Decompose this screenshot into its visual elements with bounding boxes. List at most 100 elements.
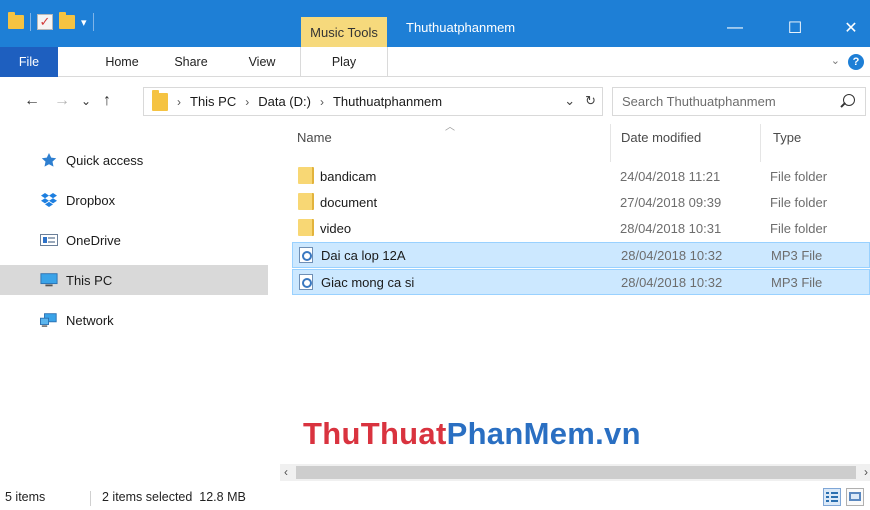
mp3-file-icon xyxy=(299,247,313,263)
file-date: 28/04/2018 10:32 xyxy=(621,274,723,290)
customize-toolbar-chevron-icon[interactable]: ▾ xyxy=(81,16,87,29)
navigation-pane: Quick access Dropbox OneDrive This PC Ne… xyxy=(0,127,280,465)
file-name: Dai ca lop 12A xyxy=(321,247,406,263)
folder-icon xyxy=(298,193,314,210)
quick-access-toolbar: ✓ ▾ xyxy=(8,10,94,34)
nav-item-network[interactable]: Network xyxy=(0,305,268,335)
toolbar-separator xyxy=(30,13,31,31)
tab-home[interactable]: Home xyxy=(96,47,148,77)
nav-item-label: Dropbox xyxy=(66,192,116,208)
address-bar[interactable]: › This PC › Data (D:) › Thuthuatphanmem … xyxy=(143,87,603,116)
breadcrumb-data-d[interactable]: Data (D:) xyxy=(258,94,311,109)
search-icon[interactable] xyxy=(843,94,855,106)
refresh-icon[interactable]: ↻ xyxy=(585,93,596,109)
search-input[interactable] xyxy=(622,94,832,109)
watermark-logo: ThuThuatPhanMem.vn xyxy=(303,416,641,452)
sort-ascending-icon: ︿ xyxy=(445,122,455,133)
nav-item-label: Quick access xyxy=(66,152,144,168)
file-date: 28/04/2018 10:31 xyxy=(620,220,722,236)
file-row-bandicam[interactable]: bandicam 24/04/2018 11:21 File folder xyxy=(292,163,870,189)
file-type: File folder xyxy=(770,220,828,236)
selection-info: 2 items selected 12.8 MB xyxy=(102,490,246,504)
search-box[interactable] xyxy=(612,87,866,116)
tab-share[interactable]: Share xyxy=(165,47,217,77)
column-divider[interactable] xyxy=(610,124,611,162)
status-divider xyxy=(90,491,91,506)
file-name: video xyxy=(320,220,352,236)
status-bar: 5 items 2 items selected 12.8 MB xyxy=(0,486,870,510)
breadcrumb-separator-icon[interactable]: › xyxy=(320,95,324,109)
maximize-button[interactable]: ☐ xyxy=(772,14,818,42)
watermark-part: PhanMem xyxy=(446,416,596,451)
folder-icon xyxy=(298,167,314,184)
tab-file[interactable]: File xyxy=(0,47,58,77)
details-view-icon[interactable] xyxy=(823,488,841,506)
file-row-giac-mong-ca-si[interactable]: Giac mong ca si 28/04/2018 10:32 MP3 Fil… xyxy=(292,269,870,295)
file-list: ︿ Name Date modified Type bandicam 24/04… xyxy=(288,118,870,463)
file-date: 27/04/2018 09:39 xyxy=(620,194,722,210)
file-date: 24/04/2018 11:21 xyxy=(620,168,721,184)
folder-icon[interactable] xyxy=(8,12,24,29)
column-header-name[interactable]: Name xyxy=(297,130,332,145)
dropbox-icon xyxy=(40,192,58,208)
tab-view[interactable]: View xyxy=(236,47,288,77)
computer-icon xyxy=(40,272,58,288)
file-type: File folder xyxy=(770,194,828,210)
network-icon xyxy=(40,312,58,328)
file-type: File folder xyxy=(770,168,828,184)
scrollbar-thumb[interactable] xyxy=(296,466,856,479)
breadcrumb-this-pc[interactable]: This PC xyxy=(190,94,236,109)
star-icon xyxy=(40,152,58,168)
address-row: ← → ⌄ ↑ › This PC › Data (D:) › Thuthuat… xyxy=(0,84,870,118)
close-button[interactable]: ✕ xyxy=(828,14,870,42)
nav-item-this-pc[interactable]: This PC xyxy=(0,265,268,295)
new-folder-icon[interactable] xyxy=(59,12,75,29)
column-header-type[interactable]: Type xyxy=(773,130,801,145)
file-type: MP3 File xyxy=(771,247,823,263)
horizontal-scrollbar[interactable]: ‹ › xyxy=(280,464,870,481)
properties-check-icon[interactable]: ✓ xyxy=(37,14,53,30)
breadcrumb-separator-icon[interactable]: › xyxy=(245,95,249,109)
folder-icon xyxy=(298,219,314,236)
tab-play[interactable]: Play xyxy=(300,47,388,77)
large-icons-view-icon[interactable] xyxy=(846,488,864,506)
up-button[interactable]: ↑ xyxy=(97,90,117,112)
file-date: 28/04/2018 10:32 xyxy=(621,247,723,263)
column-header-date-modified[interactable]: Date modified xyxy=(621,130,701,145)
scroll-right-arrow-icon[interactable]: › xyxy=(864,464,868,481)
watermark-part: ThuThuat xyxy=(303,416,447,451)
music-tools-contextual-tab[interactable]: Music Tools xyxy=(301,17,387,48)
file-name: bandicam xyxy=(320,168,377,184)
file-type: MP3 File xyxy=(771,274,823,290)
toolbar-separator xyxy=(92,13,94,31)
nav-item-label: OneDrive xyxy=(66,232,121,248)
nav-item-label: Network xyxy=(66,312,114,328)
nav-item-label: This PC xyxy=(66,272,113,288)
recent-locations-button[interactable]: ⌄ xyxy=(76,90,96,112)
watermark-part: .vn xyxy=(595,416,641,451)
address-history-chevron-icon[interactable]: ⌄ xyxy=(564,93,575,109)
item-count: 5 items xyxy=(5,490,46,504)
nav-item-onedrive[interactable]: OneDrive xyxy=(0,225,268,255)
file-row-video[interactable]: video 28/04/2018 10:31 File folder xyxy=(292,215,870,241)
file-row-document[interactable]: document 27/04/2018 09:39 File folder xyxy=(292,189,870,215)
ribbon-tabs: File Home Share View Play ⌄ ? xyxy=(0,47,870,77)
folder-icon xyxy=(152,89,168,111)
minimize-button[interactable]: — xyxy=(712,14,758,42)
nav-item-quick-access[interactable]: Quick access xyxy=(0,145,268,175)
window-title: Thuthuatphanmem xyxy=(406,20,516,35)
expand-ribbon-chevron-icon[interactable]: ⌄ xyxy=(831,54,840,67)
back-button[interactable]: ← xyxy=(22,90,42,112)
mp3-file-icon xyxy=(299,274,313,290)
file-name: Giac mong ca si xyxy=(321,274,415,290)
breadcrumb-thuthuatphanmem[interactable]: Thuthuatphanmem xyxy=(333,94,442,109)
breadcrumb-separator-icon[interactable]: › xyxy=(177,95,181,109)
forward-button[interactable]: → xyxy=(52,90,72,112)
file-row-dai-ca-lop-12a[interactable]: Dai ca lop 12A 28/04/2018 10:32 MP3 File xyxy=(292,242,870,268)
column-divider[interactable] xyxy=(760,124,761,162)
help-icon[interactable]: ? xyxy=(848,54,864,70)
onedrive-icon xyxy=(40,232,58,248)
scroll-left-arrow-icon[interactable]: ‹ xyxy=(284,464,288,481)
nav-item-dropbox[interactable]: Dropbox xyxy=(0,185,268,215)
file-name: document xyxy=(320,194,378,210)
